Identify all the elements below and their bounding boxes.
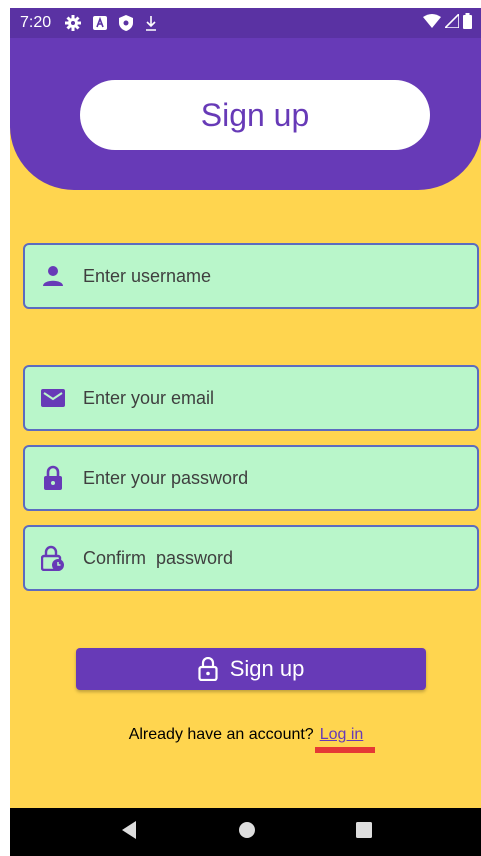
lock-clock-icon — [39, 544, 67, 572]
lock-icon — [39, 464, 67, 492]
password-field[interactable] — [23, 445, 479, 511]
confirm-password-field[interactable] — [23, 525, 479, 591]
signal-icon — [443, 11, 460, 33]
home-icon[interactable] — [238, 821, 256, 844]
login-prompt: Already have an account? Log in — [10, 726, 481, 744]
shield-icon — [119, 15, 134, 31]
app-screen: 7:20 Sign up Enter username Enter your e… — [10, 8, 481, 856]
a-badge-icon — [93, 16, 108, 30]
password-input[interactable] — [81, 466, 445, 490]
person-icon — [39, 262, 67, 290]
email-input[interactable] — [81, 386, 445, 410]
battery-icon — [463, 12, 472, 34]
status-indicators — [423, 11, 472, 34]
confirm-password-input[interactable] — [81, 546, 445, 570]
back-icon[interactable] — [120, 820, 138, 845]
status-time: 7:20 — [20, 14, 52, 31]
email-field[interactable] — [23, 365, 479, 431]
page-title: Sign up — [80, 80, 430, 150]
highlight-marker — [315, 747, 375, 753]
username-input[interactable] — [81, 264, 445, 288]
login-link[interactable]: Log in — [320, 726, 364, 743]
navigation-bar — [10, 808, 481, 856]
status-bar: 7:20 — [10, 8, 481, 38]
lock-open-icon — [198, 657, 218, 681]
header-banner: Sign up — [10, 38, 481, 190]
sign-up-button-label: Sign up — [229, 656, 305, 681]
username-field[interactable] — [23, 243, 479, 309]
login-prompt-text: Already have an account? — [128, 726, 314, 743]
mail-icon — [39, 384, 67, 412]
wifi-icon — [423, 13, 441, 33]
gear-icon — [65, 15, 82, 31]
recents-icon[interactable] — [356, 821, 372, 843]
sign-up-button[interactable]: Sign up — [76, 648, 426, 690]
download-icon — [145, 15, 157, 31]
